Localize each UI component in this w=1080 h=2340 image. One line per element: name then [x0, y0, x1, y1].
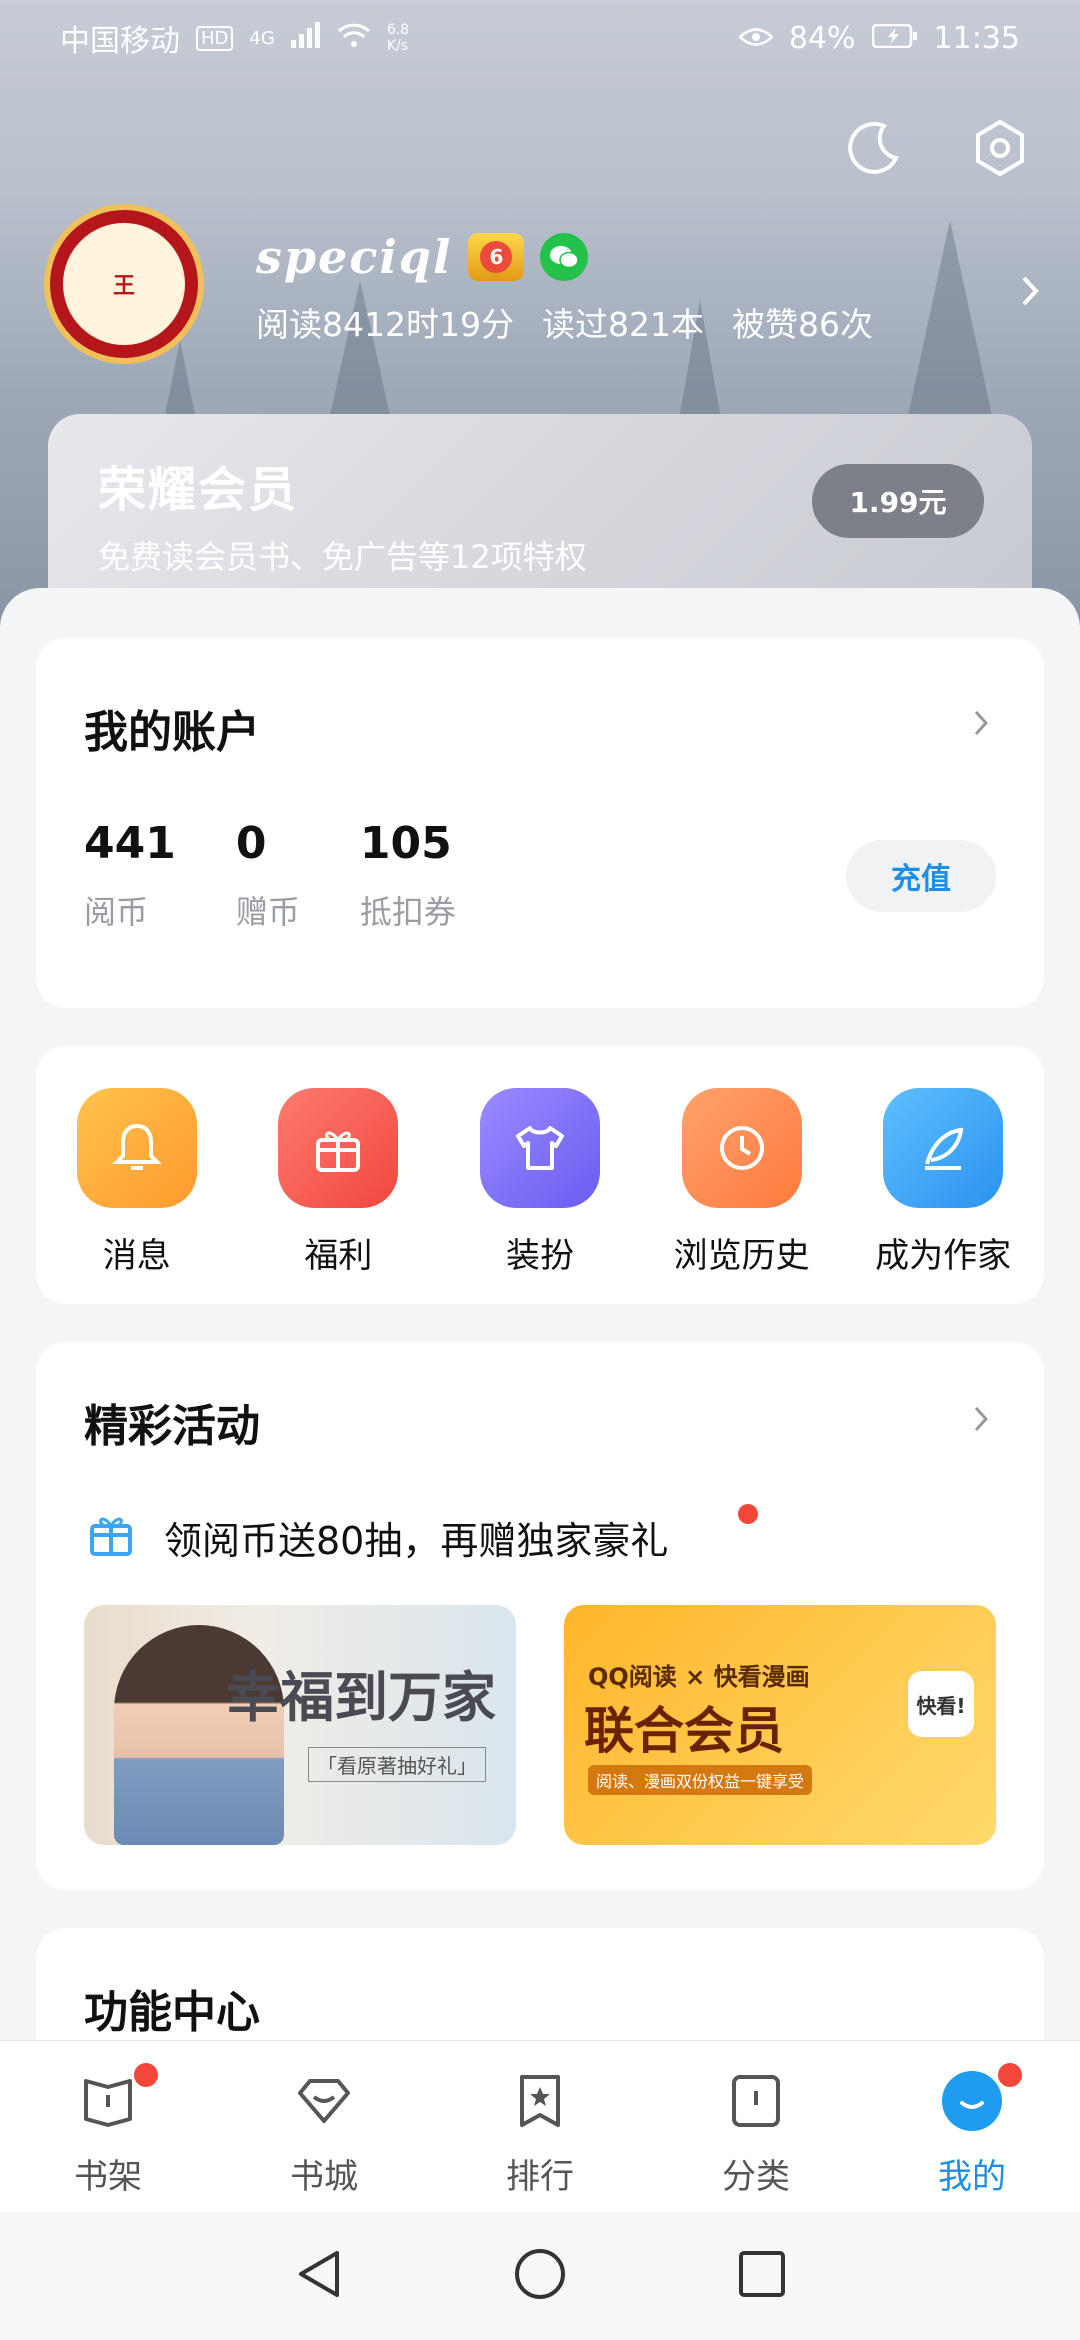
dressup-button[interactable]: 装扮 [445, 1088, 635, 1277]
banner2-subtitle: 阅读、漫画双份权益一键享受 [588, 1765, 813, 1795]
promo-text: 领阅币送80抽，再赠独家豪礼 [164, 1519, 669, 1563]
banner1-title: 幸福到万家 [226, 1665, 496, 1729]
bell-icon [76, 1088, 197, 1208]
coins-balance[interactable]: 441 阅币 [84, 818, 176, 933]
history-button[interactable]: 浏览历史 [647, 1088, 837, 1277]
hd-badge: HD [196, 25, 234, 51]
bookstore-icon [298, 2079, 350, 2123]
settings-button[interactable] [968, 116, 1032, 180]
feather-icon [883, 1088, 1004, 1208]
tab-bookshelf[interactable]: 书架 [38, 2063, 178, 2198]
activities-title: 精彩活动 [84, 1401, 260, 1452]
avatar[interactable]: 王 [44, 204, 204, 364]
avatar-text: 王 [112, 274, 135, 299]
banner2-title: 联合会员 [584, 1702, 784, 1760]
kuaikan-logo-icon: 快看! [908, 1671, 974, 1737]
system-navigation-bar [0, 2212, 1080, 2340]
banner2-brand: QQ阅读 × 快看漫画 [588, 1663, 810, 1691]
battery-icon [871, 21, 918, 56]
drama-banner[interactable]: 幸福到万家 「看原著抽好礼」 [84, 1605, 516, 1845]
benefits-button[interactable]: 福利 [243, 1088, 433, 1277]
tab-ranking[interactable]: 排行 [470, 2069, 610, 2198]
signal-icon [290, 21, 321, 56]
reading-time-stat: 阅读8412时19分 [256, 305, 514, 344]
back-icon[interactable] [293, 2247, 343, 2305]
gift-icon [84, 1506, 138, 1569]
eye-icon [738, 21, 774, 56]
become-writer-button[interactable]: 成为作家 [848, 1088, 1038, 1277]
account-title: 我的账户 [84, 707, 260, 758]
profile-info[interactable]: speciql 6 阅读8412时19分 读过821本 被赞86次 [256, 230, 873, 346]
bookshelf-icon [84, 2079, 132, 2127]
carrier-label: 中国移动 [60, 24, 180, 59]
wechat-icon [540, 233, 589, 281]
tshirt-icon [479, 1088, 600, 1208]
vip-subtitle: 免费读会员书、免广告等12项特权 [98, 538, 587, 576]
clock-time: 11:35 [933, 20, 1020, 56]
wifi-icon [337, 21, 371, 56]
network-speed: 6.8 [386, 22, 410, 38]
vouchers-balance[interactable]: 105 抵扣券 [360, 818, 456, 933]
network-type: 4G [249, 27, 275, 49]
moon-icon [848, 122, 899, 174]
bottom-tab-bar: 书架 书城 排行 分类 我的 [0, 2040, 1080, 2212]
status-bar: 中国移动 HD 4G 6.8 K/s 84% 11:35 [0, 0, 1080, 76]
notification-dot [738, 1504, 758, 1524]
battery-percent: 84% [788, 20, 856, 56]
home-icon[interactable] [513, 2247, 567, 2305]
tab-mine[interactable]: 我的 [902, 2063, 1042, 2198]
joint-membership-banner[interactable]: QQ阅读 × 快看漫画 联合会员 阅读、漫画双份权益一键享受 快看! [564, 1605, 996, 1845]
notification-dot [998, 2063, 1022, 2087]
profile-icon [942, 2071, 1002, 2131]
function-center-title: 功能中心 [84, 1987, 260, 2038]
notification-dot [134, 2063, 158, 2087]
gift-coins-balance[interactable]: 0 赠币 [236, 818, 300, 933]
activities-card: 精彩活动 领阅币送80抽，再赠独家豪礼 幸福到万家 「看原著抽好礼」 QQ阅读 … [36, 1342, 1044, 1890]
messages-button[interactable]: 消息 [42, 1088, 232, 1277]
clock-icon [681, 1088, 802, 1208]
books-read-stat: 读过821本 [541, 305, 704, 344]
tab-category[interactable]: 分类 [686, 2069, 826, 2198]
likes-stat: 被赞86次 [731, 305, 873, 344]
night-mode-button[interactable] [842, 116, 906, 180]
tab-bookstore[interactable]: 书城 [254, 2069, 394, 2198]
promo-link[interactable]: 领阅币送80抽，再赠独家豪礼 [84, 1504, 996, 1569]
gift-icon [278, 1088, 399, 1208]
chevron-right-icon[interactable] [974, 710, 989, 740]
settings-icon [976, 119, 1024, 177]
chevron-right-icon[interactable] [1020, 274, 1040, 312]
banner1-subtitle: 「看原著抽好礼」 [308, 1747, 486, 1782]
recents-icon[interactable] [737, 2249, 787, 2303]
level-badge: 6 [468, 233, 525, 281]
chevron-right-icon[interactable] [974, 1406, 989, 1436]
account-card[interactable]: 我的账户 441 阅币 0 赠币 105 抵扣券 充值 [36, 638, 1044, 1008]
recharge-button[interactable]: 充值 [846, 840, 996, 912]
quick-actions-card: 消息 福利 装扮 浏览历史 成为作家 [36, 1046, 1044, 1304]
ranking-icon [520, 2075, 560, 2127]
vip-price-button[interactable]: 1.99元 [812, 464, 984, 538]
category-icon [732, 2075, 780, 2127]
username: speciql [256, 230, 453, 284]
network-speed-unit: K/s [386, 38, 409, 54]
